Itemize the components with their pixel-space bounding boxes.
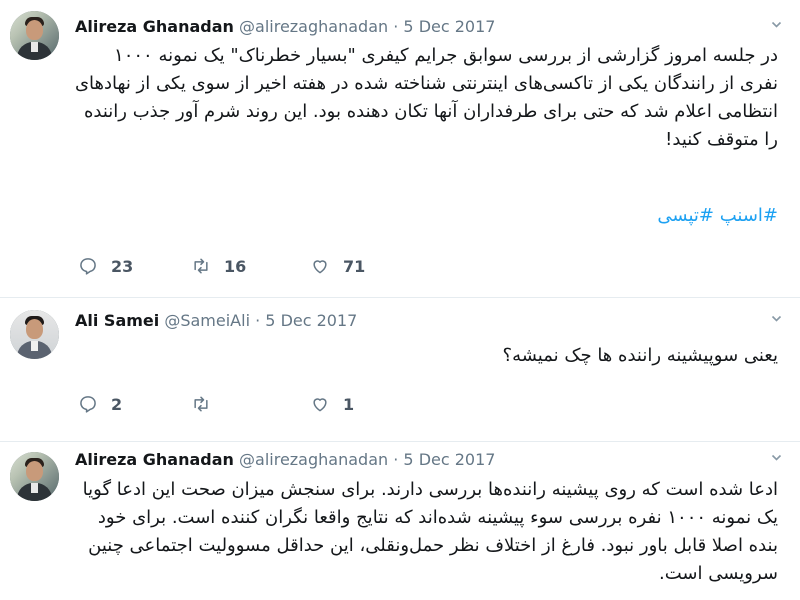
retweet-button[interactable]: 16: [191, 254, 246, 278]
tweet-header: Ali Samei @SameiAli · 5 Dec 2017: [75, 310, 357, 332]
author-handle[interactable]: @alirezaghanadan: [239, 17, 388, 36]
reply-icon: [80, 396, 96, 413]
avatar[interactable]: [10, 310, 59, 359]
separator: ·: [393, 17, 399, 36]
retweet-icon: [194, 258, 208, 274]
like-button[interactable]: 71: [310, 254, 365, 278]
reply-icon: [80, 258, 96, 275]
chevron-down-icon[interactable]: [771, 19, 782, 30]
tweet[interactable]: Ali Samei @SameiAli · 5 Dec 2017 یعنی سو…: [0, 298, 800, 441]
tweet-text: یعنی سوپیشینه راننده ها چک نمیشه؟: [502, 345, 778, 366]
separator: ·: [393, 450, 399, 469]
reply-count: 2: [111, 394, 123, 414]
author-handle[interactable]: @SameiAli: [164, 311, 250, 330]
author-name[interactable]: Alireza Ghanadan: [75, 450, 234, 469]
hashtag-link[interactable]: #اسنپ #تپسی: [72, 202, 778, 230]
like-button[interactable]: 1: [310, 392, 354, 416]
tweet-date[interactable]: 5 Dec 2017: [265, 311, 357, 330]
like-count: 1: [343, 394, 355, 414]
tweet-header: Alireza Ghanadan @alirezaghanadan · 5 De…: [75, 449, 495, 471]
tweet-text: ادعا شده است که روی پیشینه راننده‌ها برر…: [82, 479, 778, 584]
reply-button[interactable]: 23: [78, 254, 133, 278]
author-name[interactable]: Ali Samei: [75, 311, 159, 330]
separator: ·: [255, 311, 261, 330]
like-count: 71: [343, 256, 366, 276]
retweet-count: 16: [224, 256, 247, 276]
retweet-button[interactable]: [191, 392, 224, 416]
tweet-date[interactable]: 5 Dec 2017: [403, 17, 495, 36]
tweet-date[interactable]: 5 Dec 2017: [403, 450, 495, 469]
tweet-text: در جلسه امروز گزارشی از بررسی سوابق جرای…: [74, 45, 778, 150]
avatar[interactable]: [10, 11, 59, 60]
reply-count: 23: [111, 256, 134, 276]
author-handle[interactable]: @alirezaghanadan: [239, 450, 388, 469]
reply-button[interactable]: 2: [78, 392, 122, 416]
tweet[interactable]: Alireza Ghanadan @alirezaghanadan · 5 De…: [0, 0, 800, 297]
tweet[interactable]: Alireza Ghanadan @alirezaghanadan · 5 De…: [0, 442, 800, 600]
author-name[interactable]: Alireza Ghanadan: [75, 17, 234, 36]
avatar[interactable]: [10, 452, 59, 501]
chevron-down-icon[interactable]: [771, 313, 782, 324]
tweet-header: Alireza Ghanadan @alirezaghanadan · 5 De…: [75, 16, 495, 38]
heart-icon: [313, 260, 327, 274]
heart-icon: [313, 398, 327, 412]
retweet-icon: [194, 396, 208, 412]
chevron-down-icon[interactable]: [771, 452, 782, 463]
